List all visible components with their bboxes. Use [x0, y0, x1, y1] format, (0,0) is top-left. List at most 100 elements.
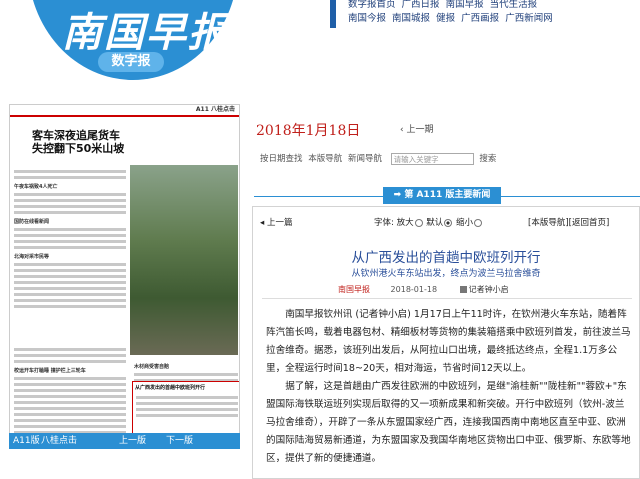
article-links: [本版导航][返回首页] [528, 216, 609, 228]
text-line [14, 263, 126, 266]
font-default-radio[interactable] [444, 218, 453, 227]
text-line [14, 389, 126, 392]
text-line [14, 413, 126, 416]
header-link[interactable]: 南国今报 [348, 13, 386, 24]
text-line [136, 402, 238, 405]
edition-tab-label: 第 A111 版主要新闻 [404, 190, 491, 200]
article-body: 南国早报钦州讯 (记者钟小启) 1月17日上午11时许，在钦州港火车东站，随着阵… [266, 306, 632, 468]
text-line [14, 407, 126, 410]
article-paragraph: 南国早报钦州讯 (记者钟小启) 1月17日上午11时许，在钦州港火车东站，随着阵… [266, 309, 631, 374]
header-links-row1: 数字报首页 广西日报 南国早报 当代生活报 [348, 0, 540, 10]
header-link[interactable]: 当代生活报 [490, 0, 538, 10]
text-line [136, 414, 238, 417]
digital-edition-badge: 数字报 [98, 52, 164, 72]
edition-tab[interactable]: ➡ 第 A111 版主要新闻 [383, 187, 501, 204]
text-line [14, 383, 126, 386]
toolbar-page-nav[interactable]: 本版导航 [308, 154, 342, 164]
search-button[interactable]: 搜索 [479, 154, 496, 164]
article-title: 从广西发出的首趟中欧班列开行 [351, 250, 541, 266]
text-line [14, 401, 126, 404]
article-subtitle: 从钦州港火车东站出发，终点为波兰马拉舍维奇 [351, 269, 541, 279]
text-line [14, 211, 126, 214]
text-line [14, 425, 126, 428]
text-line [14, 299, 126, 302]
font-large-radio[interactable] [414, 218, 423, 227]
text-line [14, 199, 126, 202]
thumbnail-headline-line2: 失控翻下50米山坡 [32, 142, 125, 155]
thumbnail-subhead[interactable]: 木材商受害自赔 [134, 363, 238, 370]
text-line [14, 228, 126, 231]
text-line [14, 293, 126, 296]
article-reporter: 记者钟小启 [468, 285, 509, 294]
next-page-link[interactable]: 下一版 [166, 433, 193, 449]
page-thumbnail[interactable]: A11 八桂点击 客车深夜追尾货车 失控翻下50米山坡 午夜车祸致4人死亡 国防… [9, 104, 240, 449]
thumbnail-photo[interactable] [130, 165, 238, 355]
font-large-option[interactable]: 放大 [397, 218, 414, 228]
header-links-row2: 南国今报 南国城报 健报 广西画报 广西新闻网 [348, 10, 556, 24]
text-line [14, 395, 126, 398]
thumbnail-headline[interactable]: 客车深夜追尾货车 失控翻下50米山坡 [32, 129, 124, 155]
thumbnail-top-strip: A11 八桂点击 [10, 105, 239, 115]
article-date: 2018-01-18 [390, 285, 438, 294]
font-small-option[interactable]: 缩小 [456, 218, 473, 228]
text-line [14, 240, 126, 243]
font-default-option[interactable]: 默认 [426, 218, 443, 228]
text-line [14, 360, 126, 363]
header-link[interactable]: 广西日报 [402, 0, 440, 10]
home-link[interactable]: [返回首页] [569, 218, 610, 228]
thumbnail-section: 八桂点击 [41, 436, 78, 446]
text-line [14, 377, 126, 380]
article-meta: 南国早报 2018-01-18 记者钟小启 [338, 284, 509, 295]
toolbar-news-nav[interactable]: 新闻导航 [348, 154, 382, 164]
thumbnail-headline-line1: 客车深夜追尾货车 [32, 129, 120, 142]
site-logo[interactable]: 南国早报 [62, 0, 230, 58]
site-header: 南国早报 数字报 数字报首页 广西日报 南国早报 当代生活报 南国今报 南国城报… [0, 0, 640, 100]
prev-article-label: 上一篇 [266, 218, 293, 228]
thumbnail-subhead[interactable]: 校运开车打瞌睡 撞护栏上三轮车 [14, 367, 126, 374]
text-line [14, 287, 126, 290]
text-line [14, 354, 126, 357]
header-divider [330, 0, 336, 28]
caret-left-icon: ◂ [260, 218, 267, 228]
text-line [134, 373, 238, 376]
thumbnail-red-rule [10, 115, 239, 117]
header-link[interactable]: 数字报首页 [348, 0, 396, 10]
header-link[interactable]: 广西新闻网 [505, 13, 553, 24]
thumbnail-nav-bar: A11版 八桂点击 上一版 下一版 [9, 433, 240, 449]
header-link[interactable]: 广西画报 [461, 13, 499, 24]
header-link[interactable]: 健报 [436, 13, 455, 24]
arrow-right-icon: ➡ [393, 190, 405, 200]
text-line [14, 269, 126, 272]
article-paragraph: 据了解，这是首趟由广西发往欧洲的中欧班列，是继"渝桂新""陇桂新""蓉欧+"东盟… [266, 381, 631, 464]
highlight-title: 从广西发出的首趟中欧班列开行 [135, 385, 206, 391]
header-link[interactable]: 南国早报 [446, 0, 484, 10]
font-label: 字体: [374, 218, 394, 228]
search-input[interactable]: 请输入关键字 [390, 152, 474, 165]
prev-issue-label: 上一期 [406, 125, 434, 135]
prev-page-link[interactable]: 上一版 [119, 433, 146, 449]
article-source[interactable]: 南国早报 [338, 285, 370, 294]
text-line [14, 193, 126, 196]
font-small-radio[interactable] [474, 218, 483, 227]
page-nav-link[interactable]: [本版导航] [528, 218, 569, 228]
reporter-icon [459, 286, 467, 293]
text-line [14, 205, 126, 208]
prev-issue-link[interactable]: ‹ 上一期 [400, 122, 433, 135]
header-link[interactable]: 南国城报 [392, 13, 430, 24]
text-line [14, 234, 126, 237]
text-line [136, 408, 238, 411]
font-size-control: 字体: 放大 默认 缩小 [374, 216, 483, 228]
thumbnail-subhead[interactable]: 午夜车祸致4人死亡 [14, 183, 126, 190]
thumbnail-subhead[interactable]: 北海对采市民等 [14, 253, 126, 260]
thumbnail-page-label: A11 八桂点击 [195, 106, 235, 113]
toolbar-date-search[interactable]: 按日期查找 [260, 154, 303, 164]
thumbnail-subhead[interactable]: 国防在线看新闻 [14, 218, 126, 225]
text-line [14, 170, 126, 173]
text-line [14, 176, 126, 179]
issue-date: 2018年1月18日 [256, 123, 361, 139]
text-line [14, 348, 126, 351]
text-line [14, 275, 126, 278]
thumbnail-article-highlight[interactable]: 从广西发出的首趟中欧班列开行 [132, 381, 239, 435]
toolbar: 按日期查找 本版导航 新闻导航 请输入关键字 搜索 [260, 152, 499, 165]
prev-article-link[interactable]: ◂ 上一篇 [260, 216, 292, 228]
